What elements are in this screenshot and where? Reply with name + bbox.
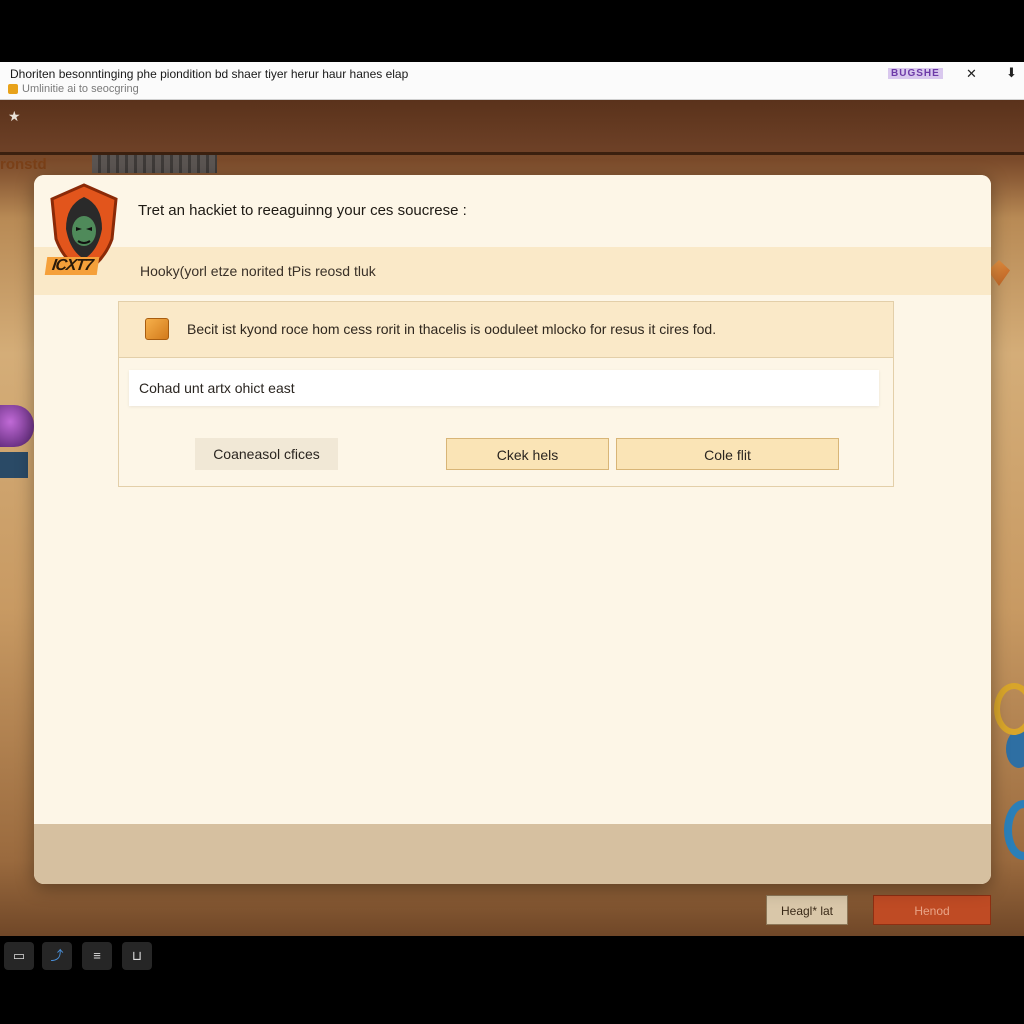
notification-title: Dhoriten besonntinging phe piondition bd… (10, 67, 409, 81)
notification-bar: Dhoriten besonntinging phe piondition bd… (0, 62, 1024, 100)
dialog: Tret an hackiet to reeaguinng your ces s… (34, 175, 991, 884)
star-icon[interactable]: ★ (8, 108, 21, 125)
code-input[interactable] (129, 370, 879, 406)
notice-text: Becit ist kyond roce hom cess rorit in t… (187, 321, 717, 337)
dialog-panel: Becit ist kyond roce hom cess rorit in t… (118, 301, 894, 487)
dialog-title: Tret an hackiet to reeaguinng your ces s… (138, 202, 467, 219)
dialog-subtitle-strip: Hooky(yorl etze norited tPis reosd tluk (34, 247, 991, 295)
dialog-footer (34, 824, 991, 884)
dialog-subtitle: Hooky(yorl etze norited tPis reosd tluk (140, 263, 376, 279)
window-icon[interactable]: ▭ (4, 942, 34, 970)
notification-subtitle: Umlinitie ai to seocgring (22, 83, 139, 95)
gold-ring-icon (994, 683, 1024, 735)
notice-row: Becit ist kyond roce hom cess rorit in t… (119, 302, 893, 358)
close-icon[interactable]: ✕ (966, 66, 977, 82)
logo-text: ICXT7 (44, 257, 100, 275)
package-icon (145, 318, 169, 340)
warning-icon (8, 84, 18, 94)
gem-icon (988, 260, 1010, 286)
share-icon[interactable]: ⤴ (42, 942, 72, 970)
tray-icon[interactable]: ⊔ (122, 942, 152, 970)
check-button[interactable]: Ckek hels (446, 438, 609, 470)
game-corner-label: ronstd (0, 156, 47, 173)
taskbar: ▭ ⤴ ≡ ⊔ (0, 936, 1024, 1024)
pin-icon[interactable]: ⬇ (1006, 65, 1017, 81)
dialog-header: Tret an hackiet to reeaguinng your ces s… (34, 175, 991, 247)
purple-orb-icon[interactable] (0, 405, 34, 447)
code-button[interactable]: Cole flit (616, 438, 839, 470)
stone-wall (92, 155, 217, 173)
game-primary-button[interactable]: Henod (873, 895, 991, 925)
game-secondary-button[interactable]: Heagl* lat (766, 895, 848, 925)
notification-badge: BUGSHE (888, 68, 943, 79)
game-top-bar: ★ (0, 100, 1024, 155)
blue-ring-icon (1004, 800, 1024, 860)
blue-ball-icon (1006, 730, 1024, 768)
side-tab[interactable] (0, 452, 28, 478)
cancel-button[interactable]: Coaneasol cfices (195, 438, 338, 470)
notification-subtitle-row: Umlinitie ai to seocgring (8, 83, 139, 95)
note-icon[interactable]: ≡ (82, 942, 112, 970)
